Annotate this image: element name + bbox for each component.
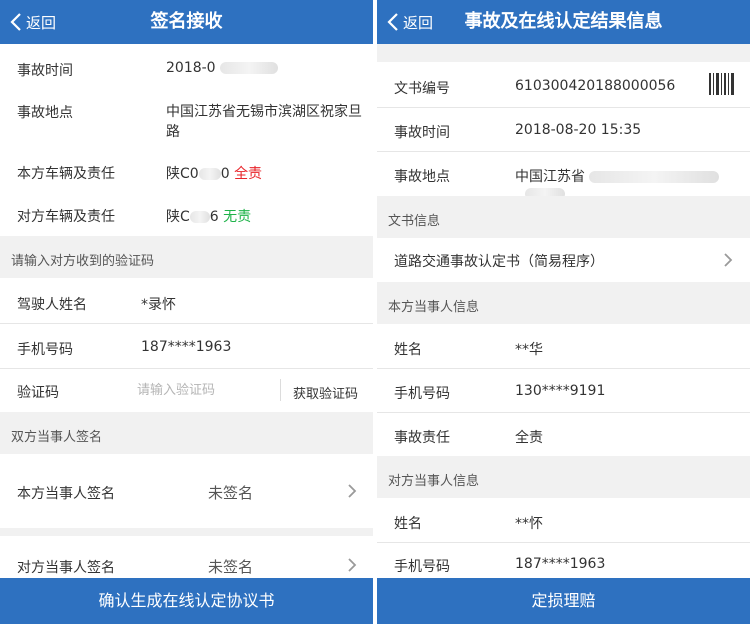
divider xyxy=(377,368,750,369)
divider xyxy=(377,151,750,152)
divider xyxy=(0,323,373,324)
other-phone-value: 187****1963 xyxy=(515,556,606,572)
doc-time-value: 2018-08-20 15:35 xyxy=(515,122,642,138)
divider xyxy=(280,379,281,401)
back-chevron-icon xyxy=(387,13,398,31)
driver-name-label: 驾驶人姓名 xyxy=(17,297,87,313)
accident-result-screen: 返回 事故及在线认定结果信息 文书编号 610300420188000056 事… xyxy=(377,0,750,624)
own-signature-label: 本方当事人签名 xyxy=(17,486,115,502)
divider xyxy=(377,107,750,108)
own-name-value: **华 xyxy=(515,342,543,358)
own-signature-status: 未签名 xyxy=(208,484,254,502)
other-party-card: 姓名 **怀 手机号码 187****1963 xyxy=(377,498,750,578)
back-button[interactable]: 返回 xyxy=(387,0,433,44)
accident-info-card: 事故时间 2018-0 事故地点 中国江苏省无锡市滨湖区祝家旦路 本方车辆及责任… xyxy=(0,44,373,236)
sign-section-header: 双方当事人签名 xyxy=(0,412,373,454)
other-party-section-header: 对方当事人信息 xyxy=(377,456,750,498)
sign-section-title: 双方当事人签名 xyxy=(11,430,103,445)
verification-code-input[interactable] xyxy=(137,379,267,401)
other-signature-status: 未签名 xyxy=(208,558,254,576)
divider xyxy=(377,412,750,413)
back-label: 返回 xyxy=(26,13,57,32)
other-party-section-title: 对方当事人信息 xyxy=(388,474,480,489)
other-signature-row[interactable]: 对方当事人签名 未签名 xyxy=(0,536,373,578)
confirm-generate-button[interactable]: 确认生成在线认定协议书 xyxy=(0,578,373,624)
verify-section-header: 请输入对方收到的验证码 xyxy=(0,236,373,278)
own-party-section-title: 本方当事人信息 xyxy=(388,300,480,315)
phone-value: 187****1963 xyxy=(141,339,232,355)
other-phone-label: 手机号码 xyxy=(394,559,450,575)
doc-section-title: 文书信息 xyxy=(388,214,441,229)
doc-number-value: 610300420188000056 xyxy=(515,78,676,94)
own-party-section-header: 本方当事人信息 xyxy=(377,282,750,324)
phone-label: 手机号码 xyxy=(17,342,73,358)
claim-button[interactable]: 定损理赔 xyxy=(377,578,750,624)
nav-bar: 返回 签名接收 xyxy=(0,0,373,44)
divider xyxy=(0,368,373,369)
own-liability-badge: 全责 xyxy=(234,166,263,182)
divider xyxy=(377,542,750,543)
accident-place-label: 事故地点 xyxy=(17,105,73,121)
own-liability-value: 全责 xyxy=(515,430,543,446)
get-code-button[interactable]: 获取验证码 xyxy=(293,383,358,402)
accident-place-value: 中国江苏省无锡市滨湖区祝家旦路 xyxy=(166,104,362,140)
accident-time-label: 事故时间 xyxy=(17,63,73,79)
driver-name-value: *录怀 xyxy=(141,297,176,313)
own-vehicle-label: 本方车辆及责任 xyxy=(17,166,115,182)
doc-section-header: 文书信息 xyxy=(377,196,750,238)
other-liability-badge: 无责 xyxy=(223,209,252,225)
own-vehicle-value: 陕C0 0 全责 xyxy=(166,166,263,182)
nav-bar: 返回 事故及在线认定结果信息 xyxy=(377,0,750,44)
chevron-right-icon xyxy=(724,253,733,267)
other-vehicle-label: 对方车辆及责任 xyxy=(17,209,115,225)
verify-card: 驾驶人姓名 *录怀 手机号码 187****1963 验证码 获取验证码 xyxy=(0,278,373,412)
back-label: 返回 xyxy=(403,13,434,32)
doc-time-label: 事故时间 xyxy=(394,125,450,141)
back-chevron-icon xyxy=(10,13,21,31)
own-signature-row[interactable]: 本方当事人签名 未签名 xyxy=(0,454,373,528)
back-button[interactable]: 返回 xyxy=(10,0,56,44)
own-phone-label: 手机号码 xyxy=(394,386,450,402)
accident-report-row[interactable]: 道路交通事故认定书（简易程序） xyxy=(377,238,750,282)
code-label: 验证码 xyxy=(17,385,59,401)
own-party-card: 姓名 **华 手机号码 130****9191 事故责任 全责 xyxy=(377,324,750,456)
chevron-right-icon xyxy=(348,484,357,498)
document-card: 文书编号 610300420188000056 事故时间 2018-08-20 … xyxy=(377,62,750,200)
own-phone-value: 130****9191 xyxy=(515,383,606,399)
other-signature-label: 对方当事人签名 xyxy=(17,560,115,576)
chevron-right-icon xyxy=(348,558,357,572)
other-vehicle-value: 陕C 6 无责 xyxy=(166,209,252,225)
barcode-icon[interactable] xyxy=(709,73,735,95)
doc-place-label: 事故地点 xyxy=(394,169,450,185)
own-name-label: 姓名 xyxy=(394,342,422,358)
verify-section-title: 请输入对方收到的验证码 xyxy=(11,254,155,269)
other-name-label: 姓名 xyxy=(394,516,422,532)
other-name-value: **怀 xyxy=(515,516,543,532)
own-liability-label: 事故责任 xyxy=(394,430,450,446)
doc-number-label: 文书编号 xyxy=(394,81,450,97)
accident-report-label: 道路交通事故认定书（简易程序） xyxy=(394,254,604,270)
accident-time-value: 2018-0 xyxy=(166,60,278,76)
sign-receive-screen: 返回 签名接收 事故时间 2018-0 事故地点 中国江苏省无锡市滨湖区祝家旦路… xyxy=(0,0,373,624)
